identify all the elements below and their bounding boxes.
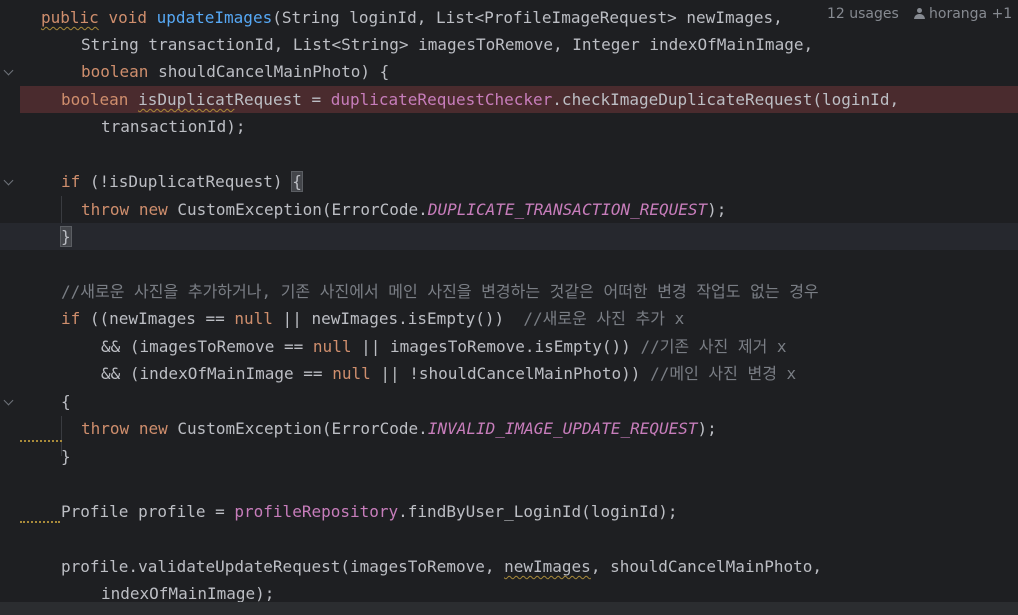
code-line-4-error[interactable]: boolean isDuplicatRequest = duplicateReq…: [20, 86, 1018, 113]
keyword-throw: throw: [81, 200, 130, 219]
keyword-new: new: [138, 419, 168, 438]
usages-hint[interactable]: 12 usages: [827, 4, 899, 24]
keyword-null: null: [234, 309, 273, 328]
code-text: CustomException(ErrorCode.: [167, 419, 428, 438]
matched-brace: {: [291, 171, 303, 192]
code-text: Profile profile =: [61, 502, 235, 521]
warning-marker: [20, 437, 62, 442]
keyword-boolean: boolean: [61, 90, 129, 109]
code-line-9[interactable]: //새로운 사진을 추가하거나, 기존 사진에서 메인 사진을 변경하는 것같은…: [0, 278, 1018, 305]
code-text: Request =: [234, 90, 331, 109]
code-line-2[interactable]: String transactionId, List<String> image…: [0, 31, 1018, 58]
code-text: profile.validateUpdateRequest(imagesToRe…: [61, 557, 505, 576]
code-line-11[interactable]: && (imagesToRemove == null || imagesToRe…: [0, 333, 1018, 360]
code-line-17[interactable]: profile.validateUpdateRequest(imagesToRe…: [0, 553, 1018, 580]
code-text: || newImages.isEmpty()): [272, 309, 524, 328]
code-text: , shouldCancelMainPhoto,: [590, 557, 822, 576]
enum-constant: DUPLICATE_TRANSACTION_REQUEST: [427, 200, 708, 219]
person-icon: [914, 8, 925, 19]
keyword-null: null: [312, 337, 352, 356]
code-text: ((newImages ==: [80, 309, 235, 328]
comment: //새로운 사진 추가 x: [523, 309, 685, 328]
author-name: horanga: [929, 6, 988, 22]
comment: //메인 사진 변경 x: [650, 364, 797, 383]
warning-marker: [20, 518, 60, 523]
code-text: || imagesToRemove.isEmpty()): [351, 337, 641, 356]
code-text: .checkImageDuplicateRequest(loginId,: [552, 90, 900, 109]
keyword-void: void: [108, 8, 147, 27]
code-line-3[interactable]: boolean shouldCancelMainPhoto) {: [0, 58, 1018, 85]
enum-constant: INVALID_IMAGE_UPDATE_REQUEST: [427, 419, 698, 438]
keyword-if: if: [61, 172, 81, 191]
keyword-new: new: [138, 200, 168, 219]
code-text: );: [697, 419, 717, 438]
code-text: String transactionId, List<String> image…: [81, 35, 814, 54]
misspelled-identifier: isDuplicat: [138, 90, 235, 109]
code-text: );: [707, 200, 727, 219]
keyword-boolean: boolean: [81, 62, 149, 81]
code-text: (!isDuplicatRequest): [80, 172, 293, 191]
code-text: && (imagesToRemove ==: [101, 337, 313, 356]
code-text: (String loginId, List<ProfileImageReques…: [272, 8, 783, 27]
code-editor[interactable]: public void updateImages(String loginId,…: [0, 0, 1018, 615]
code-line-5[interactable]: transactionId);: [0, 113, 1018, 140]
code-text: .findByUser_LoginId(loginId);: [398, 502, 678, 521]
code-text: }: [61, 447, 71, 466]
code-text: {: [61, 392, 71, 411]
fold-chevron-icon[interactable]: [3, 395, 14, 406]
code-text: shouldCancelMainPhoto) {: [148, 62, 390, 81]
code-line-10[interactable]: if ((newImages == null || newImages.isEm…: [0, 305, 1018, 332]
keyword-public: public: [41, 8, 99, 27]
method-name: updateImages: [156, 8, 273, 27]
code-text: || !shouldCancelMainPhoto)): [370, 364, 651, 383]
code-line-13[interactable]: {: [0, 388, 1018, 415]
code-line-1[interactable]: public void updateImages(String loginId,…: [0, 4, 1018, 31]
code-line-6[interactable]: if (!isDuplicatRequest) {: [0, 168, 1018, 195]
horizontal-scrollbar[interactable]: [0, 602, 1018, 615]
keyword-null: null: [332, 364, 371, 383]
code-text: transactionId);: [101, 117, 246, 136]
author-extra: +1: [991, 6, 1013, 22]
code-line-14[interactable]: throw new CustomException(ErrorCode.INVA…: [0, 415, 1018, 442]
code-line-15[interactable]: }: [0, 443, 1018, 470]
code-line-7[interactable]: throw new CustomException(ErrorCode.DUPL…: [0, 196, 1018, 223]
code-line-16[interactable]: Profile profile = profileRepository.find…: [0, 498, 1018, 525]
comment: //새로운 사진을 추가하거나, 기존 사진에서 메인 사진을 변경하는 것같은…: [61, 282, 819, 301]
fold-chevron-icon[interactable]: [3, 65, 14, 76]
fold-chevron-icon[interactable]: [3, 175, 14, 186]
warned-identifier: newImages: [504, 557, 591, 576]
comment: //기존 사진 제거 x: [640, 337, 787, 356]
field-reference: profileRepository: [234, 502, 399, 521]
code-text: CustomException(ErrorCode.: [167, 200, 428, 219]
matched-brace: }: [60, 226, 72, 247]
keyword-if: if: [61, 309, 81, 328]
author-hint[interactable]: horanga +1: [914, 4, 1012, 24]
keyword-throw: throw: [81, 419, 130, 438]
field-reference: duplicateRequestChecker: [330, 90, 553, 109]
code-text: && (indexOfMainImage ==: [101, 364, 333, 383]
code-line-8-current[interactable]: }: [0, 223, 1018, 250]
code-line-12[interactable]: && (indexOfMainImage == null || !shouldC…: [0, 360, 1018, 387]
